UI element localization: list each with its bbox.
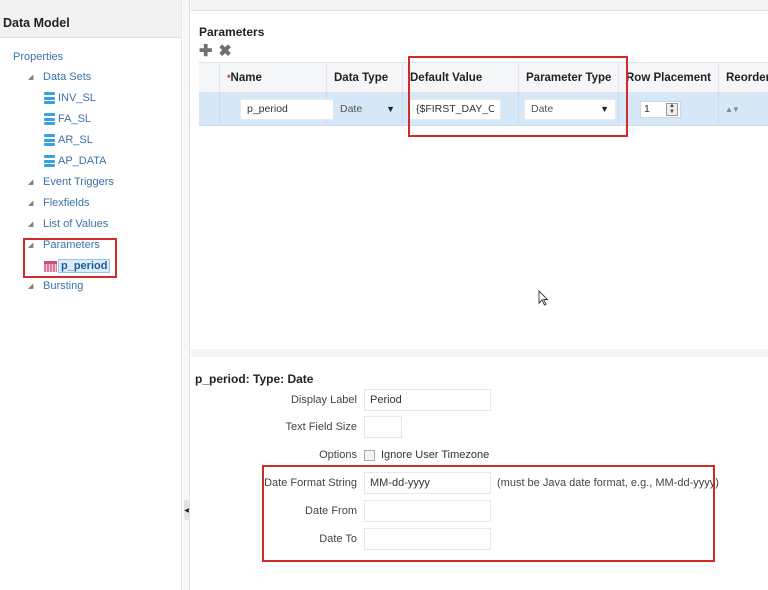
tree-item-label: Data Sets [43,71,92,83]
database-icon [44,92,55,104]
parameter-type-select[interactable]: Date ▼ [524,98,616,120]
cell-default-value [403,93,519,125]
chevron-down-icon: ▼ [386,104,395,114]
checkbox-label: Ignore User Timezone [381,449,490,461]
tree-leaf-inv-sl[interactable]: INV_SL [44,90,96,106]
parameters-toolbar: ✚ ✖ [199,44,232,60]
display-label-input[interactable]: Period [364,389,491,411]
tree-leaf-label-selected: p_period [58,259,111,273]
select-value: Date [531,103,554,115]
header-row-placement[interactable]: Row Placement [619,63,719,92]
date-from-row: Date From [194,500,491,522]
header-reorder[interactable]: Reorder [719,63,768,92]
date-from-label: Date From [305,505,357,517]
tree-item-label: Flexfields [43,197,90,209]
tree-item-data-sets[interactable]: ◢ Data Sets [28,69,91,85]
tree-leaf-p-period[interactable]: p_period [44,258,111,274]
tree-leaf-fa-sl[interactable]: FA_SL [44,111,91,127]
options-row: Options Ignore User Timezone [194,449,489,461]
stepper-value: 1 [644,103,650,115]
tree-leaf-ap-data[interactable]: AP_DATA [44,153,107,169]
name-input[interactable] [240,98,334,120]
data-model-panel: Data Model Properties ◢ Data Sets INV_SL… [0,0,182,590]
data-type-select[interactable]: Date ▼ [333,98,402,120]
date-to-input[interactable] [364,528,491,550]
collapse-handle[interactable]: ◀ [184,500,189,520]
panel-splitter[interactable]: ◀ [183,0,190,590]
date-format-input[interactable]: MM-dd-yyyy [364,472,491,494]
text-field-size-input[interactable] [364,416,402,438]
display-label-label: Display Label [290,394,357,406]
expand-triangle-icon[interactable]: ◢ [28,178,38,186]
expand-triangle-icon[interactable]: ◢ [28,241,38,249]
select-value: Date [340,103,363,115]
mouse-cursor-icon [538,290,549,306]
tree-item-event-triggers[interactable]: ◢ Event Triggers [28,174,114,190]
details-title: p_period: Type: Date [195,372,314,386]
parameters-title: Parameters [199,25,265,39]
x-icon[interactable]: ✖ [218,44,231,60]
table-row[interactable]: Date ▼ Date ▼ 1 ▲▼ ▲▼ [199,93,768,126]
collapse-arrow-icon: ◀ [184,507,189,514]
header-default-value[interactable]: Default Value [403,63,519,92]
cell-data-type: Date ▼ [327,93,403,125]
date-format-row: Date Format String MM-dd-yyyy (must be J… [194,472,719,494]
expand-triangle-icon[interactable]: ◢ [28,282,38,290]
ignore-user-timezone-checkbox[interactable] [364,449,375,461]
panel-title: Data Model [0,0,181,38]
row-placement-stepper[interactable]: 1 ▲ ▼ [640,100,681,118]
reorder-arrows-icon[interactable]: ▲▼ [719,105,740,114]
chevron-down-icon: ▼ [600,104,609,114]
header-parameter-type[interactable]: Parameter Type [519,63,619,92]
cell-name [220,93,334,125]
tree-leaf-ar-sl[interactable]: AR_SL [44,132,93,148]
database-icon [44,134,55,146]
tree-leaf-label: AR_SL [58,134,93,146]
display-label-row: Display Label Period [194,389,491,411]
tree-leaf-label: FA_SL [58,113,92,125]
header-select [199,63,220,92]
spinner-arrows-icon[interactable]: ▲ ▼ [666,102,678,116]
header-name[interactable]: * Name [220,63,327,92]
date-to-row: Date To [194,528,491,550]
date-from-input[interactable] [364,500,491,522]
cell-reorder: ▲▼ [719,93,768,125]
text-field-size-row: Text Field Size [194,416,402,438]
tree-item-label: Bursting [43,280,84,292]
expand-triangle-icon[interactable]: ◢ [28,199,38,207]
tree-item-parameters[interactable]: ◢ Parameters [28,237,100,253]
expand-triangle-icon[interactable]: ◢ [28,220,38,228]
tree-leaf-label: INV_SL [58,92,96,104]
options-label: Options [319,449,357,461]
database-icon [44,113,55,125]
date-format-label: Date Format String [264,477,357,489]
tree-root-properties[interactable]: Properties [13,51,63,63]
database-icon [44,155,55,167]
parameters-table: * Name Data Type Default Value Parameter … [199,62,768,126]
cell-row-placement: 1 ▲ ▼ [619,93,719,125]
tree-item-flexfields[interactable]: ◢ Flexfields [28,195,89,211]
date-format-hint: (must be Java date format, e.g., MM-dd-y… [497,477,719,489]
tree-item-bursting[interactable]: ◢ Bursting [28,278,83,294]
tree-item-list-of-values[interactable]: ◢ List of Values [28,216,108,232]
text-field-size-label: Text Field Size [285,421,357,433]
plus-icon[interactable]: ✚ [199,44,212,60]
header-data-type[interactable]: Data Type [327,63,403,92]
tree-item-label: Parameters [43,239,100,251]
table-header: * Name Data Type Default Value Parameter … [199,62,768,93]
header-label: Name [230,71,262,84]
tree-leaf-label: AP_DATA [58,155,107,167]
tree-item-label: List of Values [43,218,109,230]
row-select[interactable] [199,93,220,125]
top-strip [191,0,768,11]
cell-parameter-type: Date ▼ [519,93,619,125]
tree-item-label: Event Triggers [43,176,114,188]
expand-triangle-icon[interactable]: ◢ [28,73,38,81]
date-to-label: Date To [319,533,357,545]
calendar-icon [44,260,57,272]
section-separator[interactable] [191,349,768,357]
default-value-input[interactable] [409,98,501,120]
